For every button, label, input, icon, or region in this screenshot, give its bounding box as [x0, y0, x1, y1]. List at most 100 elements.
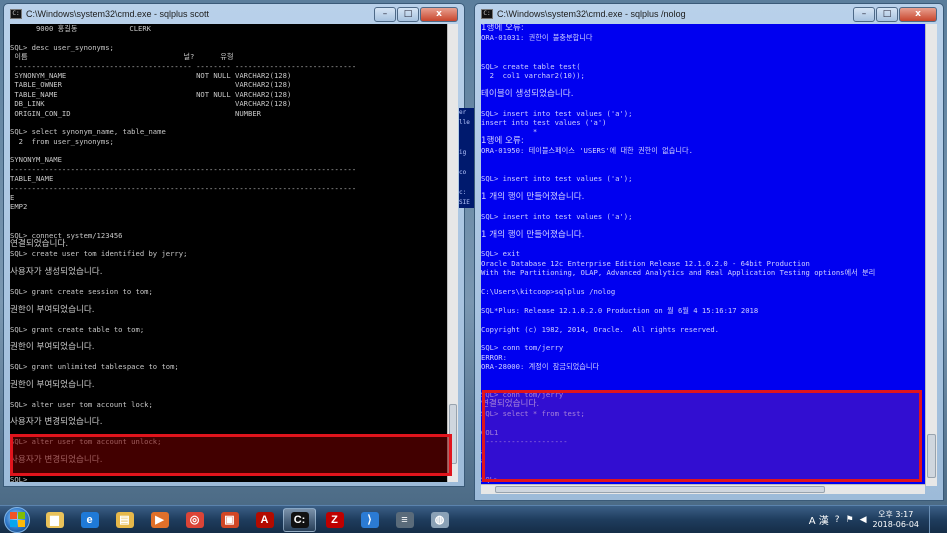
start-button[interactable]	[4, 506, 30, 533]
cmd-icon: C:	[290, 511, 309, 528]
taskbar-media-button[interactable]: ▶	[143, 508, 176, 532]
filezilla-icon: Z	[325, 511, 344, 528]
taskbar-cmd-button[interactable]: C:	[283, 507, 316, 532]
media-icon: ▶	[150, 511, 169, 528]
help-icon[interactable]: ?	[835, 515, 840, 525]
console-line: SQL> exit	[481, 249, 520, 259]
scroll-thumb[interactable]	[495, 486, 825, 493]
taskbar-folder-button[interactable]: ▤	[108, 508, 141, 532]
console-line: SQL> desc user_synonyms;	[10, 42, 114, 52]
explorer-icon: ▆	[45, 511, 64, 528]
clock[interactable]: 오후 3:17 2018-06-04	[873, 510, 920, 530]
console-line: SQL> create user tom identified by jerry…	[10, 249, 188, 259]
console-line: SQL*Plus: Release 12.1.0.2.0 Production …	[481, 305, 759, 315]
console-line: a	[481, 455, 486, 465]
right-horizontal-scrollbar[interactable]	[481, 484, 925, 494]
console-line: SQL>	[481, 474, 499, 484]
console-line: SQL> conn tom/jerry	[481, 343, 564, 353]
scroll-thumb[interactable]	[927, 434, 936, 478]
cmd-app-icon: C:	[481, 9, 493, 19]
taskbar-explorer-button[interactable]: ▆	[38, 508, 71, 532]
taskbar-db-button[interactable]: ≡	[388, 508, 421, 532]
console-line: SQL> grant unlimited tablespace to tom;	[10, 362, 179, 372]
console-line: 사용자가 변경되었습니다.	[10, 454, 103, 465]
close-button[interactable]: x	[899, 6, 937, 22]
minimize-button[interactable]: –	[853, 6, 875, 22]
console-line: With the Partitioning, OLAP, Advanced An…	[481, 268, 876, 278]
right-console-output[interactable]: 1행에 오류: ORA-01031: 권한이 불충분합니다 SQL> create …	[481, 24, 925, 486]
console-line: SQL> grant create table to tom;	[10, 324, 145, 334]
acrobat-icon: A	[255, 511, 274, 528]
console-line: SQL> insert into test values ('a');	[481, 108, 633, 118]
left-titlebar[interactable]: C: C:\Windows\system32\cmd.exe - sqlplus…	[10, 4, 458, 24]
taskbar-chrome-button[interactable]: ◎	[178, 508, 211, 532]
console-line: 9000 홍길동 CLERK	[10, 24, 152, 33]
console-line: SYNONYM_NAME NOT NULL VARCHAR2(128)	[10, 70, 292, 80]
console-line: Copyright (c) 1982, 2014, Oracle. All ri…	[481, 324, 719, 334]
scroll-thumb[interactable]	[449, 404, 457, 464]
console-line: ----------------------------------------…	[10, 61, 357, 71]
console-line: C:\Users\kitcoop>sqlplus /nolog	[481, 286, 616, 296]
console-line: 1행에 오류:	[481, 24, 524, 33]
console-line: TABLE_NAME	[10, 174, 54, 184]
system-tray: A 漢 ? ⚑ ◀ 오후 3:17 2018-06-04	[809, 505, 947, 533]
console-line: 1 개의 행이 만들어졌습니다.	[481, 192, 585, 203]
office-icon: ▣	[220, 511, 239, 528]
console-line: ORIGIN_CON_ID NUMBER	[10, 108, 261, 118]
right-titlebar[interactable]: C: C:\Windows\system32\cmd.exe - sqlplus…	[481, 4, 937, 24]
console-line: SQL> alter user tom account unlock;	[10, 437, 162, 447]
taskbar-ie-button[interactable]: e	[73, 508, 106, 532]
console-line: 사용자가 생성되었습니다.	[10, 267, 103, 278]
console-line: 연결되었습니다.	[481, 398, 540, 409]
console-line: 1 개의 행이 만들어졌습니다.	[481, 229, 585, 240]
taskbar-filezilla-button[interactable]: Z	[318, 508, 351, 532]
console-line: EMP2	[10, 202, 28, 212]
right-cmd-window[interactable]: C: C:\Windows\system32\cmd.exe - sqlplus…	[474, 3, 944, 501]
chrome-icon: ◎	[185, 511, 204, 528]
console-line: TABLE_OWNER VARCHAR2(128)	[10, 80, 292, 90]
console-line: SQL> create table test(	[481, 61, 581, 71]
volume-icon[interactable]: ◀	[860, 515, 867, 525]
ime-indicator[interactable]: A 漢	[809, 512, 829, 527]
console-line: 2 from user_synonyms;	[10, 136, 114, 146]
right-vertical-scrollbar[interactable]	[925, 24, 937, 486]
vscode-icon: ⟩	[360, 511, 379, 528]
console-line: ORA-01031: 권한이 불충분합니다	[481, 33, 593, 43]
console-line: ----------------------------------------…	[10, 164, 357, 174]
console-line: 권한이 부여되었습니다.	[10, 379, 95, 390]
console-line: SQL> select synonym_name, table_name	[10, 127, 166, 137]
ie-icon: e	[80, 511, 99, 528]
console-line: Oracle Database 12c Enterprise Edition R…	[481, 258, 810, 268]
taskbar-vscode-button[interactable]: ⟩	[353, 508, 386, 532]
maximize-button[interactable]: □	[876, 6, 898, 22]
console-line: ORA-28000: 계정이 잠금되었습니다	[481, 362, 600, 372]
console-line: SQL> alter user tom account lock;	[10, 399, 153, 409]
maximize-button[interactable]: □	[397, 6, 419, 22]
console-line: E	[10, 193, 15, 203]
console-line: DB_LINK VARCHAR2(128)	[10, 99, 292, 109]
left-vertical-scrollbar[interactable]	[447, 24, 458, 482]
taskbar-acrobat-button[interactable]: A	[248, 508, 281, 532]
flag-icon[interactable]: ⚑	[846, 515, 854, 525]
taskbar-magnifier-button[interactable]: ◍	[423, 508, 456, 532]
show-desktop-button[interactable]	[929, 505, 939, 533]
left-console-output[interactable]: 9000 홍길동 CLERK SQL> desc user_synonyms; 이…	[10, 24, 450, 482]
minimize-button[interactable]: –	[374, 6, 396, 22]
close-button[interactable]: x	[420, 6, 458, 22]
console-line: COL1	[481, 427, 499, 437]
left-cmd-window[interactable]: C: C:\Windows\system32\cmd.exe - sqlplus…	[3, 3, 465, 487]
console-line: 연결되었습니다.	[10, 238, 69, 249]
taskbar-office-button[interactable]: ▣	[213, 508, 246, 532]
console-line: SQL> insert into test values ('a');	[481, 174, 633, 184]
console-line: *	[481, 127, 538, 137]
